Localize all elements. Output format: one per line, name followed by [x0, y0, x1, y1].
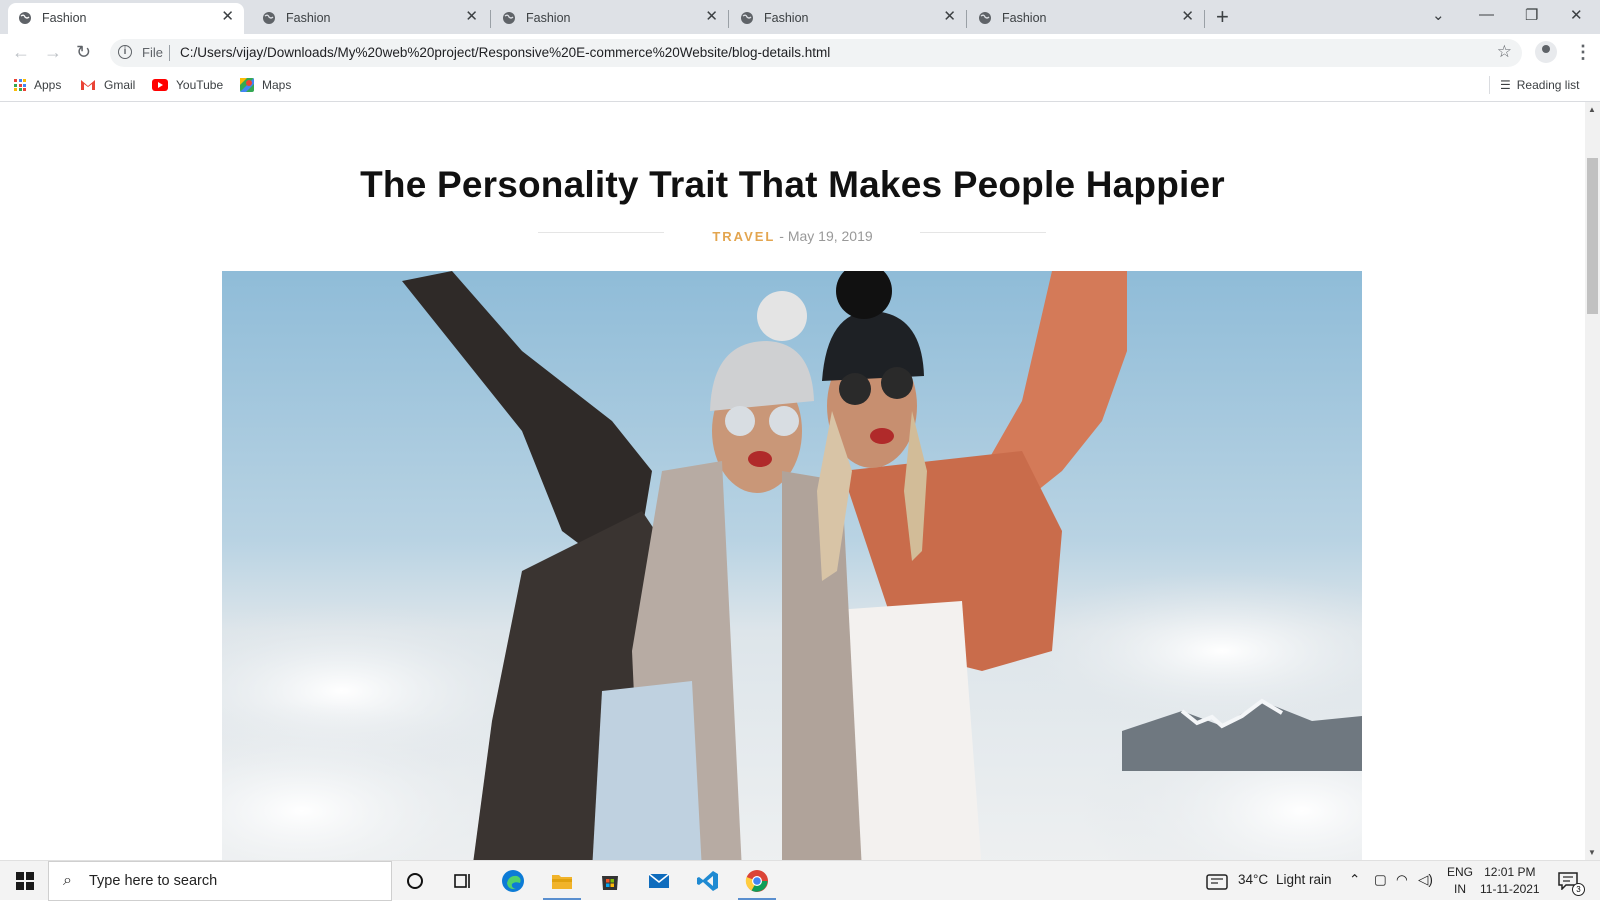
bookmark-youtube[interactable]: YouTube — [152, 78, 223, 92]
globe-icon — [741, 12, 753, 24]
tab-title: Fashion — [42, 11, 87, 25]
menu-kebab-icon[interactable]: ⋮ — [1574, 42, 1592, 62]
minimize-button[interactable]: — — [1479, 6, 1494, 23]
blog-post-title: The Personality Trait That Makes People … — [360, 164, 1225, 205]
scroll-thumb[interactable] — [1587, 158, 1598, 314]
tab-title: Fashion — [764, 11, 809, 25]
bookmark-maps[interactable]: Maps — [240, 78, 291, 92]
file-explorer-icon[interactable] — [550, 869, 574, 893]
bookmark-label: Apps — [34, 78, 62, 92]
maps-icon — [240, 78, 254, 92]
bookmark-star-icon[interactable]: ☆ — [1497, 42, 1512, 62]
bookmark-apps[interactable]: Apps — [14, 78, 61, 92]
lang-code: ENG — [1447, 865, 1474, 879]
region-code: IN — [1454, 882, 1466, 896]
close-tab-icon[interactable]: ✕ — [221, 9, 234, 25]
globe-icon — [263, 12, 275, 24]
scroll-up-arrow-icon[interactable]: ▲ — [1588, 105, 1596, 114]
blog-hero-image — [222, 271, 1362, 860]
back-arrow-icon[interactable]: ← — [12, 42, 30, 62]
network-wifi-icon[interactable]: ◠ — [1396, 872, 1408, 888]
tab-fashion-4[interactable]: Fashion ✕ — [730, 3, 966, 34]
restore-button[interactable]: ❐ — [1525, 6, 1538, 24]
notification-count-badge: 3 — [1572, 883, 1585, 896]
tab-fashion-1[interactable]: Fashion ✕ — [8, 3, 244, 34]
windows-start-icon[interactable] — [16, 872, 34, 890]
globe-icon — [503, 12, 515, 24]
reading-list-label: Reading list — [1516, 78, 1580, 92]
post-date: - May 19, 2019 — [779, 228, 873, 244]
address-scheme: File — [142, 45, 163, 60]
chrome-icon[interactable] — [745, 869, 769, 893]
bookmark-label: Maps — [262, 78, 292, 92]
bookmarks-bar: Apps Gmail YouTube Maps ☰ Reading list — [0, 70, 1600, 102]
weather-condition[interactable]: Light rain — [1276, 872, 1332, 887]
vscode-icon[interactable] — [696, 869, 720, 893]
bookmarks-divider — [1489, 76, 1490, 94]
close-tab-icon[interactable]: ✕ — [943, 9, 956, 25]
tab-title: Fashion — [286, 11, 331, 25]
tab-title: Fashion — [526, 11, 571, 25]
close-tab-icon[interactable]: ✕ — [705, 9, 718, 25]
bookmark-label: YouTube — [176, 78, 224, 92]
close-tab-icon[interactable]: ✕ — [465, 9, 478, 25]
edge-browser-icon[interactable] — [501, 869, 525, 893]
volume-speaker-icon[interactable]: ◁) — [1418, 872, 1433, 888]
address-divider — [169, 45, 170, 61]
close-tab-icon[interactable]: ✕ — [1181, 9, 1194, 25]
meta-divider-right — [920, 232, 1046, 233]
taskbar-search-placeholder: Type here to search — [89, 873, 218, 889]
browser-toolbar: ← → ↻ i File C:/Users/vijay/Downloads/My… — [0, 34, 1600, 70]
tab-fashion-2[interactable]: Fashion ✕ — [252, 3, 488, 34]
info-icon[interactable]: i — [118, 45, 132, 59]
tab-title: Fashion — [1002, 11, 1047, 25]
gmail-icon — [81, 80, 95, 90]
windows-taskbar: ⌕ Type here to search 34°C Light rain ⌃ … — [0, 860, 1600, 901]
microsoft-store-icon[interactable] — [598, 869, 622, 893]
tab-fashion-5[interactable]: Fashion ✕ — [968, 3, 1204, 34]
page-scrollbar[interactable]: ▲ ▼ — [1585, 102, 1600, 860]
reload-icon[interactable]: ↻ — [76, 42, 91, 62]
tab-fashion-3[interactable]: Fashion ✕ — [492, 3, 728, 34]
tab-search-chevron-icon[interactable]: ⌄ — [1432, 6, 1445, 24]
globe-icon — [979, 12, 991, 24]
bookmark-gmail[interactable]: Gmail — [80, 78, 135, 92]
youtube-icon — [152, 79, 168, 91]
reading-list-button[interactable]: ☰ Reading list — [1500, 78, 1579, 92]
hero-illustration — [222, 271, 1362, 860]
clock-date: 11-11-2021 — [1480, 882, 1540, 896]
input-language-indicator[interactable]: ENG IN — [1447, 864, 1473, 898]
weather-temperature[interactable]: 34°C — [1238, 872, 1268, 887]
reading-list-icon: ☰ — [1500, 78, 1511, 92]
globe-icon — [19, 12, 31, 24]
show-hidden-icons-chevron-icon[interactable]: ⌃ — [1349, 872, 1360, 888]
tab-divider — [1204, 10, 1205, 28]
search-icon: ⌕ — [63, 872, 72, 889]
close-window-button[interactable]: ✕ — [1570, 6, 1583, 24]
clock-time: 12:01 PM — [1484, 865, 1536, 879]
bookmark-label: Gmail — [104, 78, 136, 92]
tab-divider — [966, 10, 967, 28]
mail-icon[interactable] — [647, 869, 671, 893]
taskbar-search-box[interactable]: ⌕ Type here to search — [48, 861, 392, 901]
scroll-down-arrow-icon[interactable]: ▼ — [1588, 848, 1596, 857]
task-view-icon[interactable] — [451, 869, 475, 893]
weather-icon[interactable] — [1206, 874, 1228, 890]
page-viewport: The Personality Trait That Makes People … — [0, 102, 1585, 860]
new-tab-button[interactable]: + — [1216, 5, 1229, 29]
tab-strip: Fashion ✕ Fashion ✕ Fashion ✕ Fashion ✕ … — [0, 0, 1600, 34]
address-bar[interactable]: i File C:/Users/vijay/Downloads/My%20web… — [110, 39, 1522, 67]
profile-avatar-icon[interactable] — [1535, 41, 1557, 63]
tab-divider — [728, 10, 729, 28]
meet-now-icon[interactable]: ▢ — [1374, 872, 1387, 888]
forward-arrow-icon[interactable]: → — [44, 42, 62, 62]
post-meta: TRAVEL - May 19, 2019 — [0, 228, 1585, 244]
address-url[interactable]: C:/Users/vijay/Downloads/My%20web%20proj… — [180, 45, 830, 60]
system-clock[interactable]: 12:01 PM 11-11-2021 — [1480, 864, 1540, 898]
cortana-icon[interactable] — [403, 869, 427, 893]
post-category-link[interactable]: TRAVEL — [712, 229, 775, 244]
tab-divider — [490, 10, 491, 28]
apps-grid-icon — [14, 79, 26, 91]
